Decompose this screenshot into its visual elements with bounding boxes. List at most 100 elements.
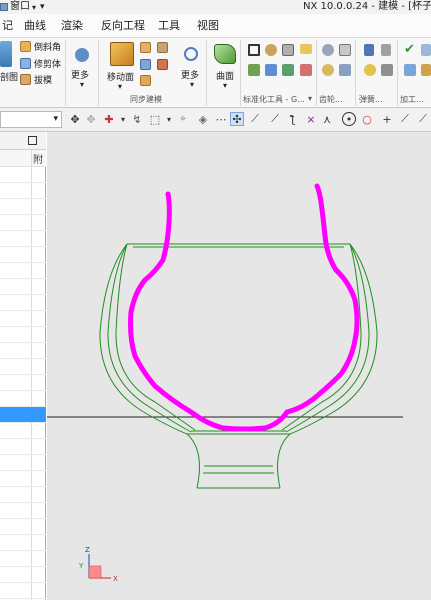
more-icon[interactable] <box>75 48 89 62</box>
std-tool-4-icon[interactable] <box>300 44 312 54</box>
std-tool-1-icon[interactable] <box>248 44 260 56</box>
chevron-down-icon[interactable]: ▾ <box>32 3 36 12</box>
spring-tool-3-icon[interactable] <box>364 64 376 76</box>
chevron-down-icon[interactable]: ▾ <box>223 81 227 90</box>
gear-tool-4-icon[interactable] <box>339 64 351 76</box>
resize-face-icon[interactable] <box>140 75 151 86</box>
restore-icon[interactable] <box>28 136 37 145</box>
menu-item-curve[interactable]: 曲线 <box>24 18 46 34</box>
lasso-icon[interactable]: ⌖ <box>176 112 190 126</box>
spring-tool-1-icon[interactable] <box>364 44 374 56</box>
surface-icon[interactable] <box>214 44 236 64</box>
model-view[interactable]: Z Y X <box>47 132 431 600</box>
chevron-down-icon[interactable]: ▾ <box>53 114 58 124</box>
chevron-down-icon[interactable]: ▾ <box>118 82 122 91</box>
snap-quadrant-icon[interactable]: ○ <box>360 112 374 126</box>
graphics-window[interactable]: Z Y X <box>47 132 431 600</box>
navigator-row[interactable] <box>0 503 46 519</box>
trim-body-icon[interactable] <box>20 58 31 69</box>
navigator-row[interactable] <box>0 279 46 295</box>
navigator-row[interactable] <box>0 247 46 263</box>
std-tool-5-icon[interactable] <box>248 64 260 76</box>
menu-item-render[interactable]: 渲染 <box>61 18 83 34</box>
gear-tool-2-icon[interactable] <box>339 44 351 56</box>
spring-tool-2-icon[interactable] <box>381 44 391 56</box>
snap-center-icon[interactable]: • <box>342 112 356 126</box>
spring-tool-4-icon[interactable] <box>381 64 393 76</box>
snap-on-icon[interactable]: ✣ <box>230 112 244 126</box>
navigator-row[interactable] <box>0 487 46 503</box>
offset-region-icon[interactable] <box>157 42 168 53</box>
navigator-row[interactable] <box>0 295 46 311</box>
snap-midpoint-icon[interactable]: ⟋ <box>268 112 282 126</box>
navigator-row[interactable] <box>0 423 46 439</box>
navigator-row[interactable] <box>0 343 46 359</box>
type-filter-select[interactable]: ▾ <box>0 111 62 128</box>
chamfer-button[interactable]: 倒斜角 <box>34 40 61 53</box>
navigator-row[interactable] <box>0 551 46 567</box>
draft-button[interactable]: 拔模 <box>34 73 52 86</box>
snap-curve-icon[interactable]: ƪ <box>286 112 300 126</box>
snap-tangent-icon[interactable]: ⋏ <box>320 112 334 126</box>
machining-tool-2-icon[interactable] <box>421 44 431 56</box>
navigator-row[interactable] <box>0 567 46 583</box>
sync-more-icon[interactable] <box>184 47 198 61</box>
select-filter-icon[interactable]: ✥ <box>68 112 82 126</box>
navigator-row[interactable] <box>0 519 46 535</box>
check-icon[interactable]: ✔ <box>404 43 416 56</box>
window-menu[interactable]: 窗口 ▾ ▾ <box>0 0 45 14</box>
select-body-icon[interactable]: ↯ <box>130 112 144 126</box>
gear-tool-1-icon[interactable] <box>322 44 334 56</box>
replace-face-icon[interactable] <box>140 59 151 70</box>
navigator-row[interactable] <box>0 199 46 215</box>
navigator-row[interactable] <box>0 231 46 247</box>
navigator-row[interactable] <box>0 311 46 327</box>
snap-point-icon[interactable]: + <box>380 112 394 126</box>
snap-grid-icon[interactable]: ⋯ <box>214 112 228 126</box>
chevron-down-icon[interactable]: ▾ <box>162 112 176 126</box>
navigator-row[interactable] <box>0 375 46 391</box>
menu-item-reverse-engineering[interactable]: 反向工程 <box>101 18 145 34</box>
snap-existing-icon[interactable]: ⟋ <box>416 112 430 126</box>
std-tool-3-icon[interactable] <box>282 44 294 56</box>
navigator-row[interactable] <box>0 215 46 231</box>
navigator-row[interactable] <box>0 455 46 471</box>
navigator-row[interactable] <box>0 583 46 599</box>
navigator-row[interactable] <box>0 359 46 375</box>
navigator-row[interactable] <box>0 471 46 487</box>
snap-endpoint-icon[interactable]: ⟋ <box>248 112 262 126</box>
chevron-down-icon[interactable]: ▾ <box>308 94 312 103</box>
chevron-down-icon[interactable]: ▾ <box>116 112 130 126</box>
navigator-row[interactable] <box>0 391 46 407</box>
draft-icon[interactable] <box>20 74 31 85</box>
delete-face-icon[interactable] <box>157 59 168 70</box>
snap-intersection-icon[interactable]: ⨯ <box>304 112 318 126</box>
navigator-row[interactable] <box>0 407 46 423</box>
navigator-row[interactable] <box>0 327 46 343</box>
std-tool-2-icon[interactable] <box>265 44 277 56</box>
navigator-row[interactable] <box>0 263 46 279</box>
machining-tool-4-icon[interactable] <box>421 64 431 76</box>
trim-body-button[interactable]: 修剪体 <box>34 57 61 70</box>
pull-face-icon[interactable] <box>140 42 151 53</box>
quick-access-icon[interactable]: ▾ <box>40 2 45 12</box>
section-view-icon[interactable] <box>0 41 12 67</box>
view-cube-icon[interactable]: ◈ <box>196 112 210 126</box>
chevron-down-icon[interactable]: ▾ <box>80 80 84 89</box>
navigator-row[interactable] <box>0 183 46 199</box>
filter-disabled-icon[interactable]: ✥ <box>84 112 98 126</box>
snap-line-icon[interactable]: ⟋ <box>398 112 412 126</box>
deselect-icon[interactable]: ✚ <box>102 112 116 126</box>
menu-item-0[interactable]: 记 <box>2 18 13 34</box>
std-tool-7-icon[interactable] <box>282 64 294 76</box>
chamfer-icon[interactable] <box>20 41 31 52</box>
navigator-row[interactable] <box>0 535 46 551</box>
machining-tool-3-icon[interactable] <box>404 64 416 76</box>
menu-item-view[interactable]: 视图 <box>197 18 219 34</box>
std-tool-6-icon[interactable] <box>265 64 277 76</box>
navigator-row[interactable] <box>0 439 46 455</box>
std-tool-8-icon[interactable] <box>300 64 312 76</box>
move-face-icon[interactable] <box>110 42 134 66</box>
gear-tool-3-icon[interactable] <box>322 64 334 76</box>
select-rect-icon[interactable]: ⬚ <box>148 112 162 126</box>
